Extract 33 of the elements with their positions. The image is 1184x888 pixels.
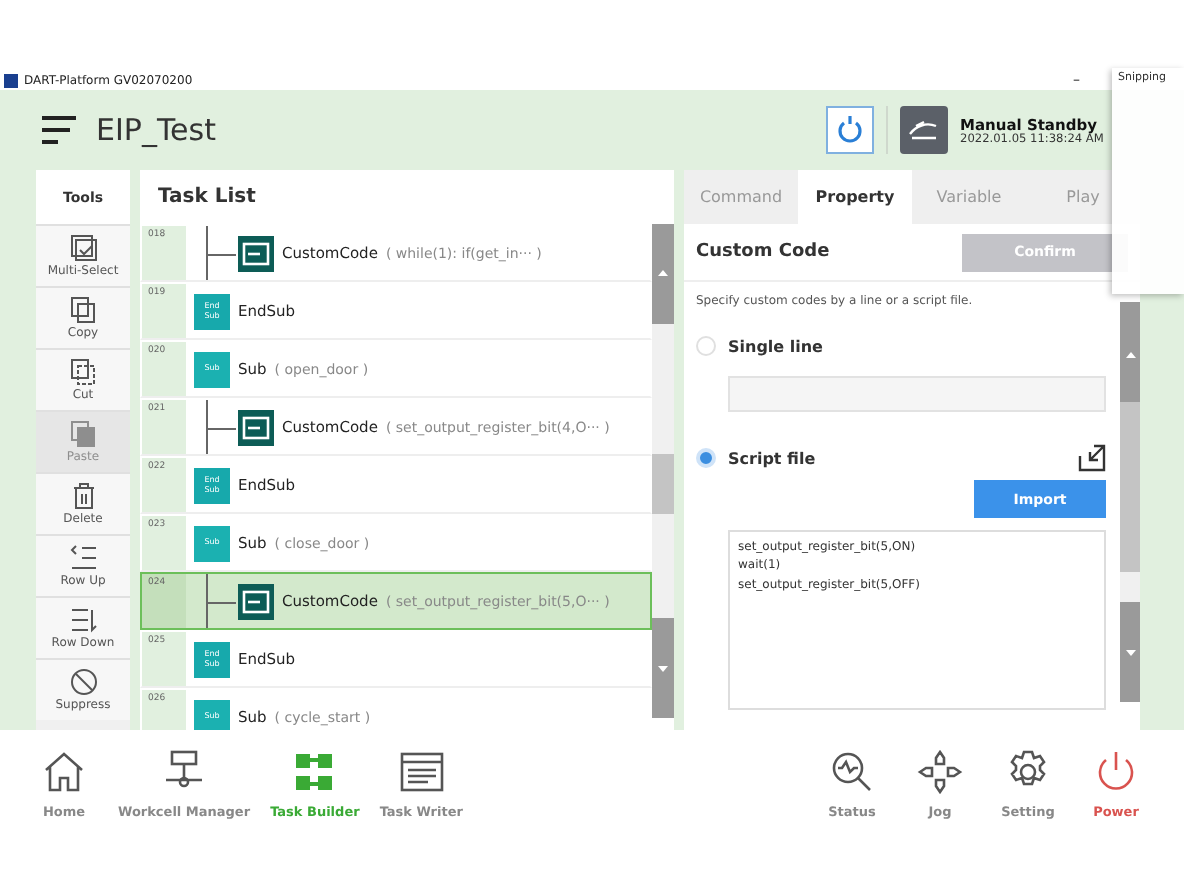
- scrollbar[interactable]: [1120, 302, 1140, 702]
- refresh-button[interactable]: [826, 106, 874, 154]
- cut-icon: [69, 358, 97, 386]
- document-window-icon: [397, 748, 446, 796]
- option-label: Single line: [728, 337, 823, 355]
- scrollbar[interactable]: [652, 224, 674, 718]
- tree-line: [206, 400, 236, 454]
- search-pulse-icon: [828, 748, 876, 796]
- single-line-field[interactable]: [728, 376, 1106, 412]
- trash-icon: [69, 482, 97, 510]
- code-block-icon: [238, 235, 274, 271]
- project-title: EIP_Test: [96, 112, 216, 148]
- expand-icon[interactable]: [1078, 444, 1106, 472]
- task-list-header: Task List: [156, 184, 258, 212]
- panel-tab[interactable]: Property: [798, 170, 912, 224]
- row-down-icon: [69, 606, 97, 634]
- menu-icon[interactable]: [40, 114, 80, 146]
- property-title: Custom Code: [696, 242, 832, 262]
- code-block-icon: [238, 583, 274, 619]
- direction-pad-icon: [916, 748, 964, 796]
- code-block-icon: [238, 409, 274, 445]
- paste-icon: [69, 420, 97, 448]
- option-label: Script file: [728, 449, 816, 467]
- radio-button[interactable]: [696, 448, 716, 468]
- app-logo-icon: [4, 73, 18, 87]
- radio-button[interactable]: [696, 336, 716, 356]
- tree-line: [206, 574, 236, 628]
- home-icon: [40, 748, 88, 796]
- no-sign-icon: [69, 668, 97, 696]
- row-up-icon: [69, 544, 97, 572]
- tree-line: [206, 226, 236, 280]
- copy-icon: [69, 296, 97, 324]
- checkbox-stack-icon: [69, 234, 97, 262]
